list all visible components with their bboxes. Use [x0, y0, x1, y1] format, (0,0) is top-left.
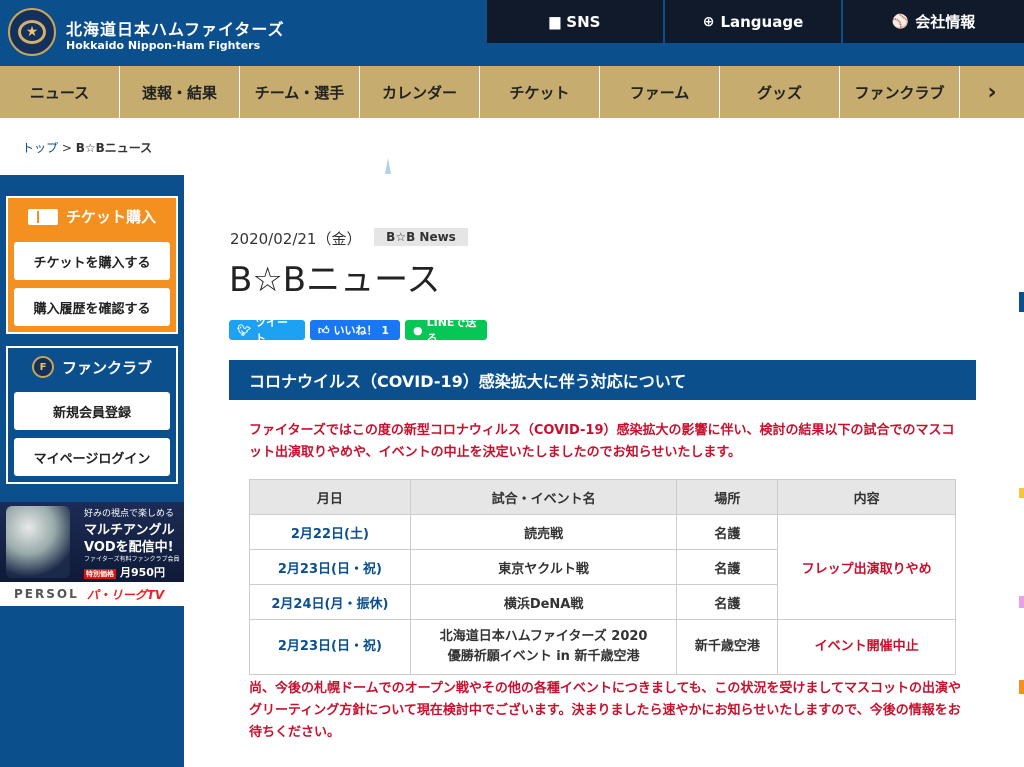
facebook-like-button[interactable]: 👍︎ いいね！ 1 [310, 320, 400, 340]
baseball-icon: ⚾ [891, 13, 910, 30]
fanclub-register-button[interactable]: 新規会員登録 [14, 392, 170, 430]
row-date: 2月22日(土) [249, 514, 411, 550]
fanclub-logo-icon: F [31, 356, 54, 378]
article-intro: ファイターズではこの度の新型コロナウィルス（COVID-19）感染拡大の影響に伴… [249, 423, 955, 460]
ticket-icon [27, 208, 58, 225]
like-label: いいね！ 1 [333, 324, 389, 337]
ad-player-image [6, 506, 70, 578]
breadcrumb: トップ > B☆Bニュース [22, 139, 152, 156]
vod-ad-banner[interactable]: 好みの視点で楽しめる マルチアングル VODを配信中! ファイターズ有料ファンク… [0, 502, 184, 582]
floating-edge-tab[interactable] [1019, 488, 1024, 498]
nav-item-farm[interactable]: ファーム [600, 66, 720, 118]
buy-ticket-button[interactable]: チケットを購入する [14, 242, 170, 280]
row-date: 2月24日(月・振休) [249, 584, 411, 620]
sns-button[interactable]: ▆ SNS [487, 0, 663, 43]
line-icon: ● [413, 323, 423, 337]
chat-icon: ▆ [549, 13, 561, 30]
sponsor-persol: PERSOL [14, 587, 79, 601]
line-share-button[interactable]: ● LINEで送る [405, 316, 487, 345]
brand-name-en[interactable]: Hokkaido Nippon-Ham Fighters [66, 39, 260, 52]
ad-line1: 好みの視点で楽しめる [84, 509, 175, 519]
table-row: 2月22日(土) 読売戦 名護 フレップ出演取りやめ [249, 514, 956, 620]
globe-icon: ⊕ [702, 13, 715, 30]
row-place: 名護 [676, 584, 779, 620]
row-event: 東京ヤクルト戦 [409, 549, 678, 585]
article-note: 尚、今後の札幌ドームでのオープン戦やその他の各種イベントにつきましても、この状況… [249, 681, 962, 740]
tweet-button[interactable]: 🐦︎ ツイート [229, 316, 305, 345]
ad-line4: ファイターズ有料ファンクラブ会員 [84, 556, 180, 563]
col-header-date: 月日 [249, 479, 411, 515]
ad-tag: 特別価格 [84, 569, 116, 579]
brand-name-ja[interactable]: 北海道日本ハムファイターズ [66, 16, 285, 40]
fighters-logo[interactable]: ★ [8, 8, 56, 56]
article-heading: コロナウイルス（COVID-19）感染拡大に伴う対応について [229, 360, 976, 400]
row-event: 北海道日本ハムファイターズ 2020 優勝祈願イベント in 新千歳空港 [409, 619, 678, 675]
sponsor-pacificleague-tv: パ・リーグTV [86, 587, 165, 602]
language-label: Language [720, 12, 804, 31]
line-label: LINEで送る [426, 316, 477, 345]
floating-edge-tab[interactable] [1019, 680, 1024, 694]
thumbs-up-icon: 👍︎ [318, 323, 330, 337]
nav-item-goods[interactable]: グッズ [720, 66, 840, 118]
row-place: 新千歳空港 [676, 619, 779, 675]
breadcrumb-home[interactable]: トップ [22, 141, 58, 155]
ticket-title-label: チケット購入 [65, 208, 156, 226]
article-date: 2020/02/21（金） [230, 230, 362, 248]
nav-item-calendar[interactable]: カレンダー [360, 66, 480, 118]
ad-price: 月950円 [120, 566, 165, 579]
page-title: B☆Bニュース [229, 260, 441, 300]
purchase-history-button[interactable]: 購入履歴を確認する [14, 288, 170, 326]
row-place: 名護 [676, 514, 779, 550]
company-label: 会社情報 [915, 13, 976, 31]
events-table: 月日 試合・イベント名 場所 内容 2月22日(土) 読売戦 名護 フレップ出演… [249, 479, 956, 675]
breadcrumb-separator: > [61, 141, 72, 155]
breadcrumb-current: B☆Bニュース [75, 141, 153, 155]
nav-item-ticket[interactable]: チケット [480, 66, 600, 118]
nav-item-fanclub[interactable]: ファンクラブ [840, 66, 960, 118]
row-content: イベント開催中止 [777, 619, 956, 675]
col-header-place: 場所 [676, 479, 779, 515]
nav-item-results[interactable]: 速報・結果 [120, 66, 240, 118]
nav-item-news[interactable]: ニュース [0, 66, 120, 118]
tweet-label: ツイート [254, 316, 288, 345]
fanclub-title-label: ファンクラブ [61, 358, 152, 377]
global-nav: ニュース 速報・結果 チーム・選手 カレンダー チケット ファーム グッズ ファ… [0, 66, 1024, 118]
fanclub-box: F ファンクラブ 新規会員登録 マイページログイン [6, 346, 178, 484]
row-event-line2: 優勝祈願イベント in 新千歳空港 [447, 649, 640, 664]
ad-price-row: 特別価格 月950円 [84, 564, 165, 580]
row-content-merged: フレップ出演取りやめ [777, 514, 956, 620]
twitter-bird-icon: 🐦︎ [237, 323, 251, 337]
col-header-content: 内容 [777, 479, 956, 515]
row-event: 読売戦 [409, 514, 678, 550]
nav-item-team[interactable]: チーム・選手 [240, 66, 360, 118]
language-button[interactable]: ⊕ Language [665, 0, 841, 43]
row-place: 名護 [676, 549, 779, 585]
mypage-login-button[interactable]: マイページログイン [14, 438, 170, 476]
sns-label: SNS [566, 12, 601, 31]
ad-sponsor-bar[interactable]: PERSOL パ・リーグTV [0, 582, 184, 606]
company-info-button[interactable]: ⚾ 会社情報 [843, 0, 1024, 43]
row-event-line1: 北海道日本ハムファイターズ 2020 [439, 629, 648, 644]
col-header-event: 試合・イベント名 [409, 479, 678, 515]
table-row: 2月23日(日・祝) 北海道日本ハムファイターズ 2020 優勝祈願イベント i… [249, 619, 956, 675]
row-event: 横浜DeNA戦 [409, 584, 678, 620]
article-category-badge[interactable]: B☆B News [374, 228, 468, 246]
nav-next-arrow-icon[interactable]: › [960, 66, 1024, 118]
decorative-mark [385, 158, 391, 174]
row-date: 2月23日(日・祝) [249, 619, 411, 675]
floating-edge-tab[interactable] [1019, 596, 1024, 608]
fanclub-box-title: F ファンクラブ [8, 356, 176, 378]
row-date: 2月23日(日・祝) [249, 549, 411, 585]
table-header-row: 月日 試合・イベント名 場所 内容 [249, 479, 956, 515]
floating-edge-tab[interactable] [1019, 292, 1024, 312]
logo-star-icon: ★ [25, 24, 39, 40]
ticket-box: チケット購入 チケットを購入する 購入履歴を確認する [6, 196, 178, 334]
ticket-box-title: チケット購入 [8, 206, 176, 227]
site-header: ★ 北海道日本ハムファイターズ Hokkaido Nippon-Ham Figh… [0, 0, 1024, 66]
ad-line3: VODを配信中! [84, 540, 174, 555]
